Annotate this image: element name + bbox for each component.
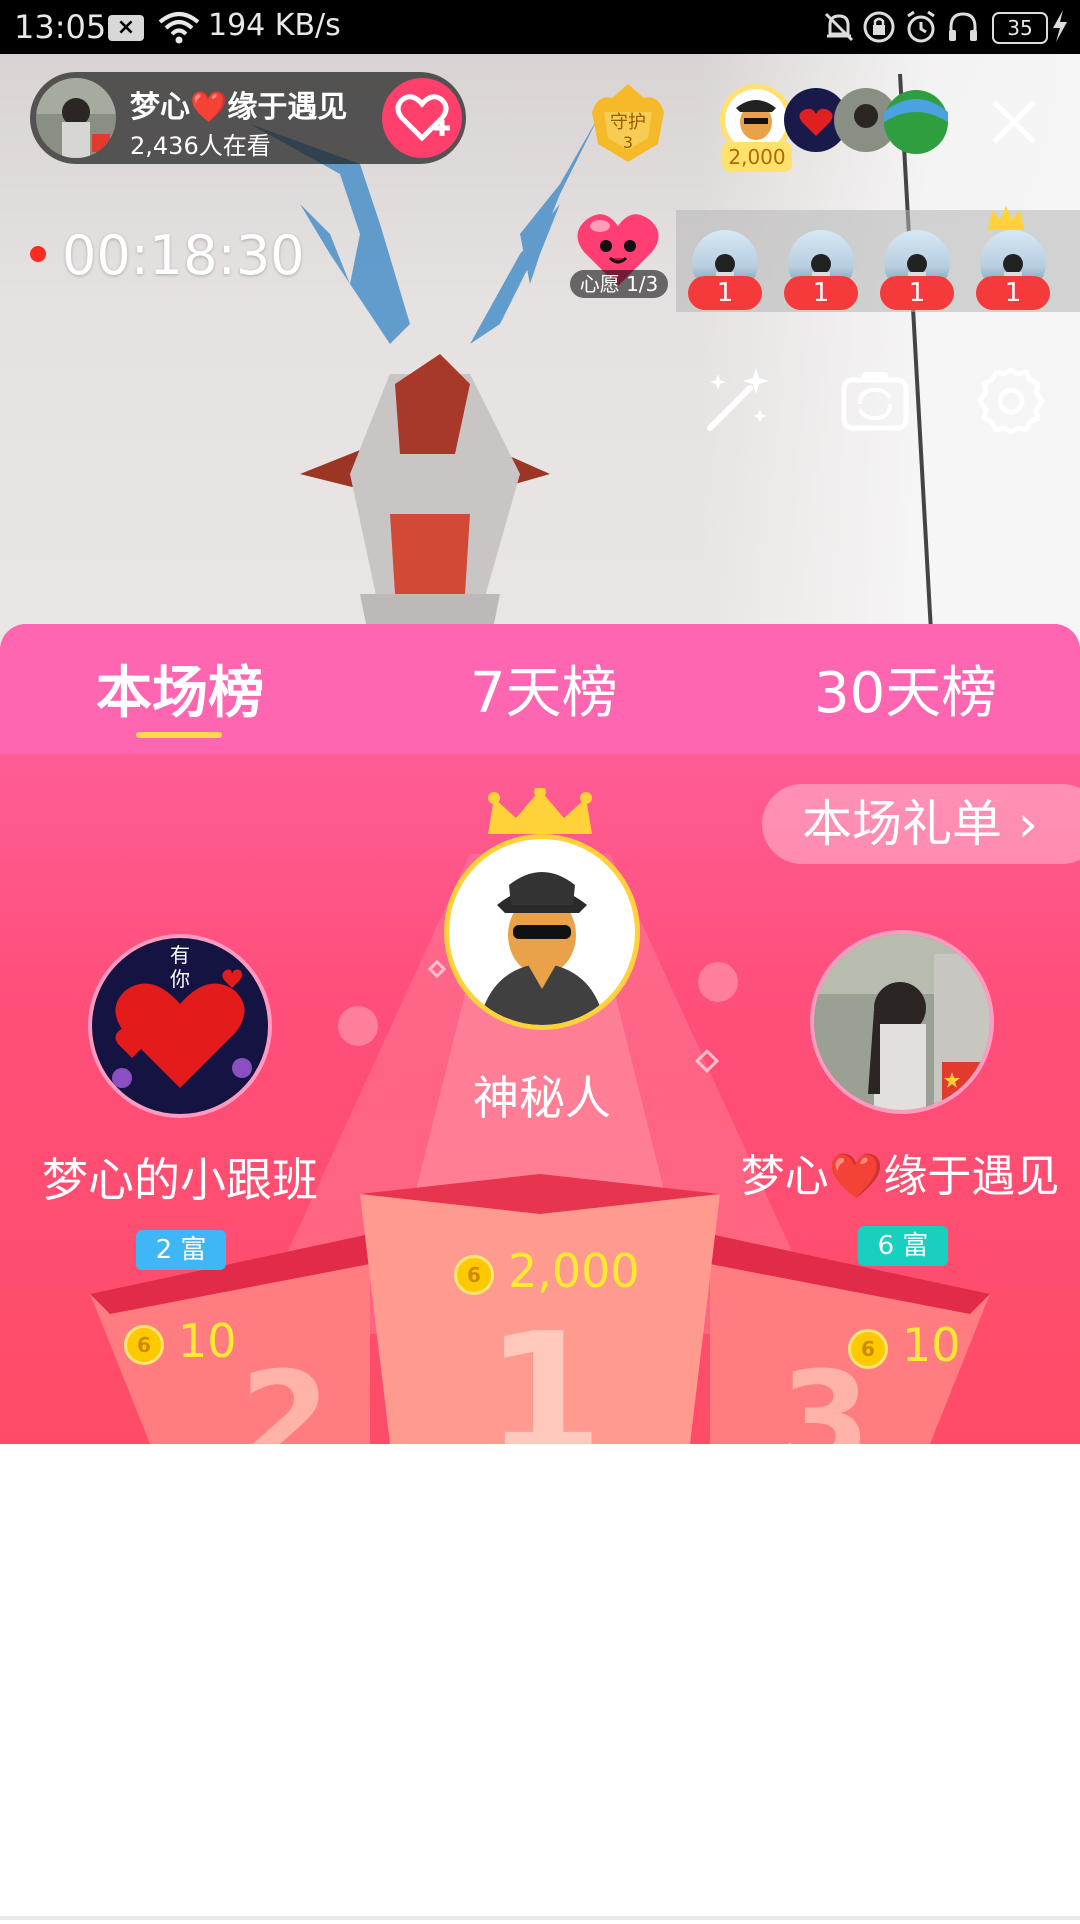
- tab-30-days[interactable]: 30天榜: [814, 648, 997, 729]
- top-viewers[interactable]: 2,000: [716, 82, 956, 182]
- podium-number-2: 2: [240, 1343, 330, 1444]
- podium-number-1: 1: [485, 1297, 603, 1444]
- viewer-avatar[interactable]: 1: [976, 206, 1050, 310]
- svg-text:有: 有: [170, 943, 190, 967]
- live-timer: 00:18:30: [62, 224, 305, 287]
- beauty-wand-icon[interactable]: [700, 364, 774, 438]
- first-place-coins: 6 2,000: [454, 1244, 640, 1298]
- viewer-count-badge: 1: [688, 276, 762, 310]
- network-speed: 194 KB/s: [208, 8, 341, 43]
- leaderboard-panel: 2 1 3 本场榜 7天榜 30天榜 本场礼单 › 神秘人 62,000 有: [0, 624, 1080, 1924]
- settings-gear-icon[interactable]: [974, 364, 1048, 438]
- follow-button[interactable]: [382, 78, 462, 158]
- flip-camera-icon[interactable]: [838, 364, 912, 438]
- viewer-count-badge: 1: [784, 276, 858, 310]
- guard-count: 3: [623, 133, 633, 152]
- viewer-strip: 1 1 1 1: [676, 206, 1080, 312]
- viewer-avatar[interactable]: 1: [784, 230, 858, 310]
- battery-icon: 35: [992, 12, 1048, 44]
- top-contribution: 2,000: [722, 142, 792, 172]
- headphones-icon: [949, 12, 977, 41]
- close-icon: [992, 100, 1036, 144]
- coin-icon: 6: [454, 1254, 494, 1295]
- svg-text:你: 你: [170, 967, 190, 991]
- wifi-icon: [158, 12, 200, 44]
- third-place-coin-value: 10: [902, 1318, 961, 1372]
- coin-icon: 6: [848, 1328, 888, 1369]
- close-button[interactable]: [984, 92, 1044, 152]
- status-bar: 13:05 × 194 KB/s 35: [0, 0, 1080, 54]
- crown-icon: [488, 788, 592, 834]
- heart-plus-icon: [395, 94, 450, 142]
- viewer-count: 2,436人在看: [130, 132, 271, 160]
- bottom-edge: [0, 1916, 1080, 1920]
- viewer-count-badge: 1: [880, 276, 954, 310]
- status-time: 13:05: [14, 8, 107, 46]
- second-place-name: 梦心的小跟班: [42, 1153, 318, 1207]
- notification-x-icon: ×: [108, 15, 144, 41]
- first-place-avatar[interactable]: [444, 834, 640, 1030]
- viewer-avatar[interactable]: 1: [688, 230, 762, 310]
- second-place-coins: 6 10: [124, 1314, 237, 1368]
- third-place-coins: 6 10: [848, 1318, 961, 1372]
- gift-list-button[interactable]: 本场礼单 ›: [762, 784, 1080, 864]
- third-place-avatar[interactable]: [810, 930, 994, 1114]
- charging-bolt-icon: [1053, 10, 1067, 42]
- host-name: 梦心❤️缘于遇见: [130, 90, 348, 125]
- crown-icon: [988, 206, 1024, 230]
- second-place-coin-value: 10: [178, 1314, 237, 1368]
- tab-7-days[interactable]: 7天榜: [470, 648, 618, 729]
- tab-current-show[interactable]: 本场榜: [96, 648, 264, 729]
- third-place-level-badge: 6 富: [858, 1226, 948, 1266]
- coin-icon: 6: [124, 1324, 164, 1365]
- viewer-avatar[interactable]: 1: [880, 230, 954, 310]
- second-place-avatar[interactable]: 有 你: [88, 934, 272, 1118]
- first-place-coin-value: 2,000: [508, 1244, 640, 1298]
- third-place-name: 梦心❤️缘于遇见: [740, 1151, 1060, 1202]
- first-place-name: 神秘人: [473, 1071, 611, 1125]
- host-avatar[interactable]: [36, 78, 116, 158]
- recording-dot: [30, 246, 46, 262]
- rotation-lock-icon: [863, 11, 895, 43]
- guard-shield-icon: 守护 3: [592, 84, 664, 162]
- second-place-level-badge: 2 富: [136, 1230, 226, 1270]
- guard-label: 守护: [610, 112, 646, 133]
- guard-badge[interactable]: 守护 3: [588, 82, 668, 168]
- viewer-count-badge: 1: [976, 276, 1050, 310]
- alarm-icon: [907, 10, 935, 43]
- wish-progress: 心愿 1/3: [570, 270, 668, 298]
- active-tab-indicator: [136, 732, 222, 738]
- host-card[interactable]: 梦心❤️缘于遇见 2,436人在看: [30, 72, 466, 164]
- leaderboard-list-area: [0, 1444, 1080, 1924]
- mute-bell-icon: [824, 12, 854, 42]
